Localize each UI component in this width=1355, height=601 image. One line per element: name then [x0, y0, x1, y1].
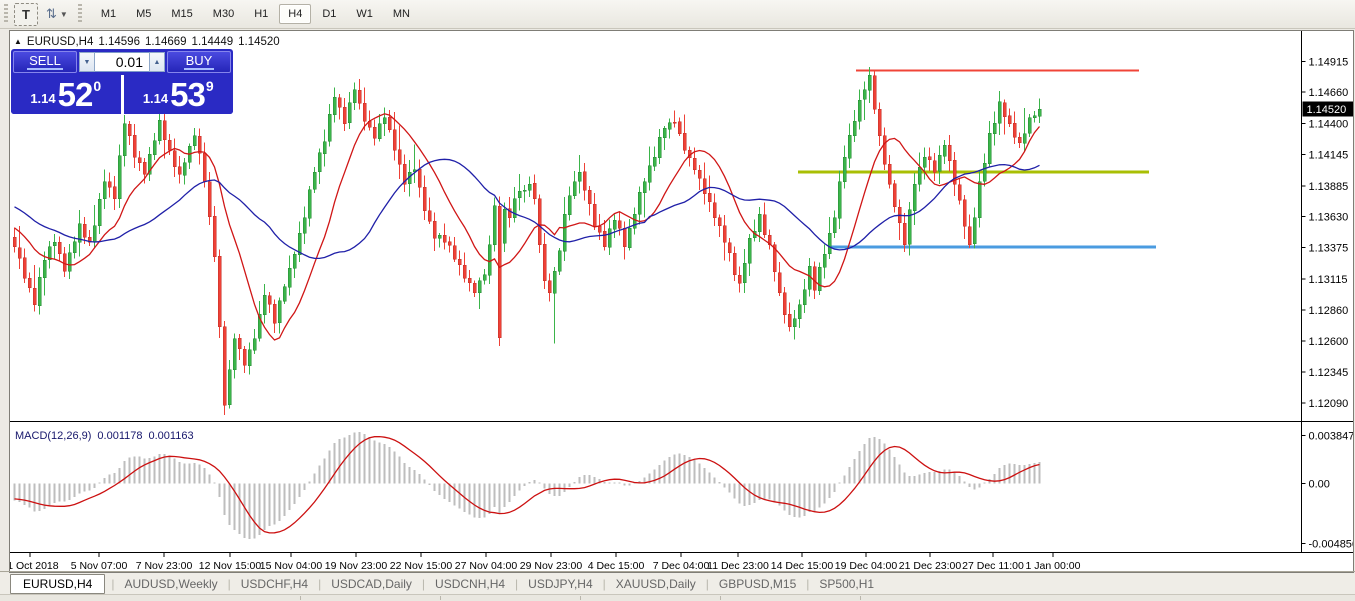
- tab-separator: |: [422, 577, 425, 591]
- macd-signal-value: 0.001163: [149, 430, 194, 442]
- tab-separator: |: [806, 577, 809, 591]
- svg-text:1.14520: 1.14520: [1307, 104, 1347, 116]
- text-tool-button[interactable]: T: [14, 3, 38, 26]
- buy-price-display[interactable]: 1.14 53 9: [124, 75, 234, 114]
- tab-separator: |: [706, 577, 709, 591]
- tab-separator: |: [228, 577, 231, 591]
- chart-tab-USDCNH-H4[interactable]: USDCNH,H4: [431, 575, 509, 593]
- svg-text:1.14145: 1.14145: [1309, 149, 1349, 161]
- svg-text:1.13115: 1.13115: [1309, 274, 1348, 286]
- svg-text:1.14915: 1.14915: [1309, 56, 1349, 68]
- chart-tab-EURUSD-H4[interactable]: EURUSD,H4: [10, 574, 105, 594]
- chart-tab-bar: EURUSD,H4 | AUDUSD,Weekly | USDCHF,H4 | USDCAD…: [0, 573, 1355, 594]
- svg-text:1.14400: 1.14400: [1309, 119, 1349, 131]
- timeframe-M15[interactable]: M15: [162, 4, 201, 24]
- chart-tab-AUDUSD-Weekly[interactable]: AUDUSD,Weekly: [120, 575, 221, 593]
- svg-text:1.12860: 1.12860: [1309, 305, 1349, 317]
- sell-button[interactable]: SELL: [13, 51, 77, 73]
- svg-text:1.14660: 1.14660: [1309, 87, 1349, 99]
- chart-tab-USDCAD-Daily[interactable]: USDCAD,Daily: [327, 575, 416, 593]
- tab-separator: |: [515, 577, 518, 591]
- timeframe-W1[interactable]: W1: [347, 4, 382, 24]
- high-value: 1.14669: [145, 36, 187, 48]
- status-notch: [860, 596, 861, 600]
- open-value: 1.14596: [98, 36, 140, 48]
- svg-text:1.12345: 1.12345: [1309, 367, 1349, 379]
- chart-tab-SP500-H1[interactable]: SP500,H1: [815, 575, 878, 593]
- lot-increase-button[interactable]: ▲: [149, 52, 165, 72]
- svg-text:1.12600: 1.12600: [1309, 336, 1349, 348]
- close-value: 1.14520: [238, 36, 280, 48]
- svg-text:-0.004856: -0.004856: [1309, 539, 1354, 551]
- tab-separator: |: [111, 577, 114, 591]
- collapse-triangle-icon[interactable]: ▲: [14, 37, 22, 46]
- macd-indicator-label: MACD(12,26,9) 0.001178 0.001163: [15, 430, 194, 442]
- chart-tab-GBPUSD-M15[interactable]: GBPUSD,M15: [715, 575, 800, 593]
- status-notch: [300, 596, 301, 600]
- low-value: 1.14449: [192, 36, 234, 48]
- chart-tab-XAUUSD-Daily[interactable]: XAUUSD,Daily: [612, 575, 700, 593]
- macd-main-value: 0.001178: [97, 430, 142, 442]
- lot-decrease-button[interactable]: ▼: [79, 52, 95, 72]
- buy-button[interactable]: BUY: [167, 51, 231, 73]
- chevron-down-icon: ▼: [60, 10, 68, 19]
- timeframe-H1[interactable]: H1: [245, 4, 277, 24]
- toolbar-grip: [4, 4, 8, 24]
- swap-arrows-icon: ⇅: [46, 6, 57, 22]
- timeframe-M1[interactable]: M1: [92, 4, 125, 24]
- status-notch: [720, 596, 721, 600]
- timeframe-toolbar: M1M5M15M30H1H4D1W1MN: [92, 4, 419, 24]
- one-click-trading-panel: SELL ▼ ▲ BUY 1.14 52 0 1.14 53 9: [11, 49, 233, 114]
- toolbar-grip-2: [78, 4, 82, 24]
- timeframe-M30[interactable]: M30: [204, 4, 243, 24]
- object-sort-button[interactable]: ⇅ ▼: [42, 3, 72, 26]
- lot-size-input[interactable]: [95, 52, 149, 72]
- chart-tab-USDJPY-H4[interactable]: USDJPY,H4: [524, 575, 596, 593]
- svg-text:1.13630: 1.13630: [1309, 212, 1349, 224]
- timeframe-MN[interactable]: MN: [384, 4, 419, 24]
- status-notch: [580, 596, 581, 600]
- chart-window: 1.14915 1.14660 1.14400 1.14145 1.13885 1.136…: [9, 30, 1354, 573]
- macd-name: MACD(12,26,9): [15, 430, 91, 442]
- status-notch: [440, 596, 441, 600]
- timeframe-M5[interactable]: M5: [127, 4, 160, 24]
- tab-separator: |: [603, 577, 606, 591]
- chart-tab-USDCHF-H4[interactable]: USDCHF,H4: [237, 575, 312, 593]
- tab-separator: |: [318, 577, 321, 591]
- svg-text:1.13375: 1.13375: [1309, 243, 1349, 255]
- timeframe-H4[interactable]: H4: [279, 4, 311, 24]
- svg-text:1.13885: 1.13885: [1309, 181, 1349, 193]
- sell-price-display[interactable]: 1.14 52 0: [11, 75, 124, 114]
- timeframe-D1[interactable]: D1: [313, 4, 345, 24]
- svg-text:0.00: 0.00: [1309, 478, 1330, 490]
- svg-text:1.12090: 1.12090: [1309, 398, 1349, 410]
- symbol-period-label: EURUSD,H4: [27, 36, 93, 48]
- chart-symbol-header: ▲ EURUSD,H4 1.14596 1.14669 1.14449 1.14…: [14, 36, 280, 48]
- top-toolbar: T ⇅ ▼ M1M5M15M30H1H4D1W1MN: [0, 0, 1355, 29]
- svg-text:0.003847: 0.003847: [1309, 431, 1354, 443]
